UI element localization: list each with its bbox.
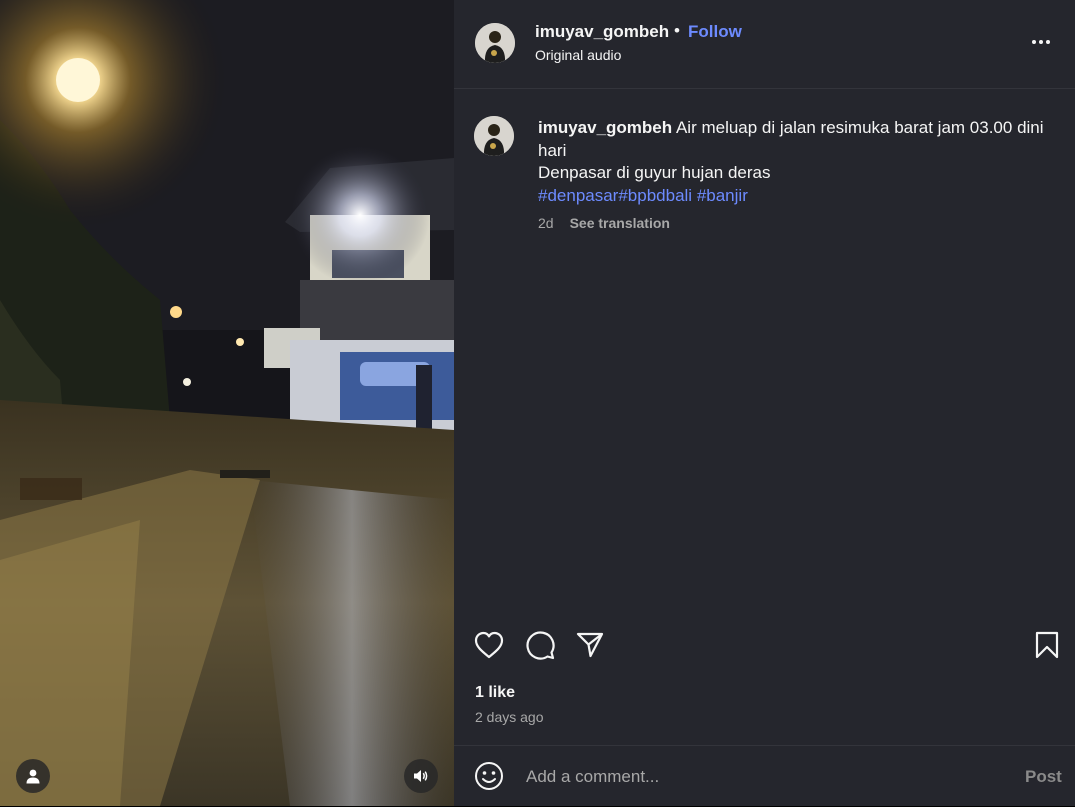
audio-link[interactable]: Original audio xyxy=(535,47,621,63)
hashtag-bpbdbali[interactable]: #bpbdbali xyxy=(618,186,692,205)
avatar-image xyxy=(474,116,514,156)
caption-age[interactable]: 2d xyxy=(538,215,554,231)
see-translation-button[interactable]: See translation xyxy=(570,215,670,231)
heart-icon xyxy=(474,631,504,659)
avatar-image xyxy=(475,23,515,63)
caption-username[interactable]: imuyav_gombeh xyxy=(538,118,672,137)
comment-bar: Post xyxy=(454,745,1075,807)
comment-icon xyxy=(526,631,555,660)
likes-count[interactable]: 1 like xyxy=(475,684,515,702)
tagged-users-button[interactable] xyxy=(16,759,50,793)
bookmark-icon xyxy=(1035,631,1059,659)
hashtag-denpasar[interactable]: #denpasar xyxy=(538,186,618,205)
comment-button[interactable] xyxy=(522,627,558,663)
separator-dot: • xyxy=(674,21,680,40)
emoji-icon[interactable] xyxy=(474,761,504,791)
user-icon xyxy=(26,769,40,784)
caption-author-avatar[interactable] xyxy=(474,116,514,156)
speaker-icon xyxy=(414,770,428,782)
author-avatar[interactable] xyxy=(475,23,515,63)
hashtag-banjir[interactable]: #banjir xyxy=(692,186,748,205)
comment-input[interactable] xyxy=(524,762,1008,792)
audio-toggle-button[interactable] xyxy=(404,759,438,793)
caption-text: imuyav_gombeh Air meluap di jalan resimu… xyxy=(538,117,1068,207)
post-details-panel: imuyav_gombeh • Follow Original audio im… xyxy=(454,0,1075,806)
caption-line-2: Denpasar di guyur hujan deras xyxy=(538,163,771,182)
post-timestamp[interactable]: 2 days ago xyxy=(475,709,544,725)
more-options-icon[interactable] xyxy=(1026,30,1056,54)
post-header: imuyav_gombeh • Follow Original audio xyxy=(454,0,1075,89)
like-button[interactable] xyxy=(471,627,507,663)
action-bar xyxy=(454,627,1075,667)
video-frame-flooded-street xyxy=(0,0,454,806)
share-button[interactable] xyxy=(572,627,608,663)
post-media-video[interactable] xyxy=(0,0,454,806)
author-username[interactable]: imuyav_gombeh xyxy=(535,22,669,42)
follow-button[interactable]: Follow xyxy=(688,22,742,42)
send-icon xyxy=(576,632,604,658)
post-comment-button[interactable]: Post xyxy=(1025,767,1062,787)
save-button[interactable] xyxy=(1029,627,1065,663)
caption-meta: 2d See translation xyxy=(538,215,670,231)
